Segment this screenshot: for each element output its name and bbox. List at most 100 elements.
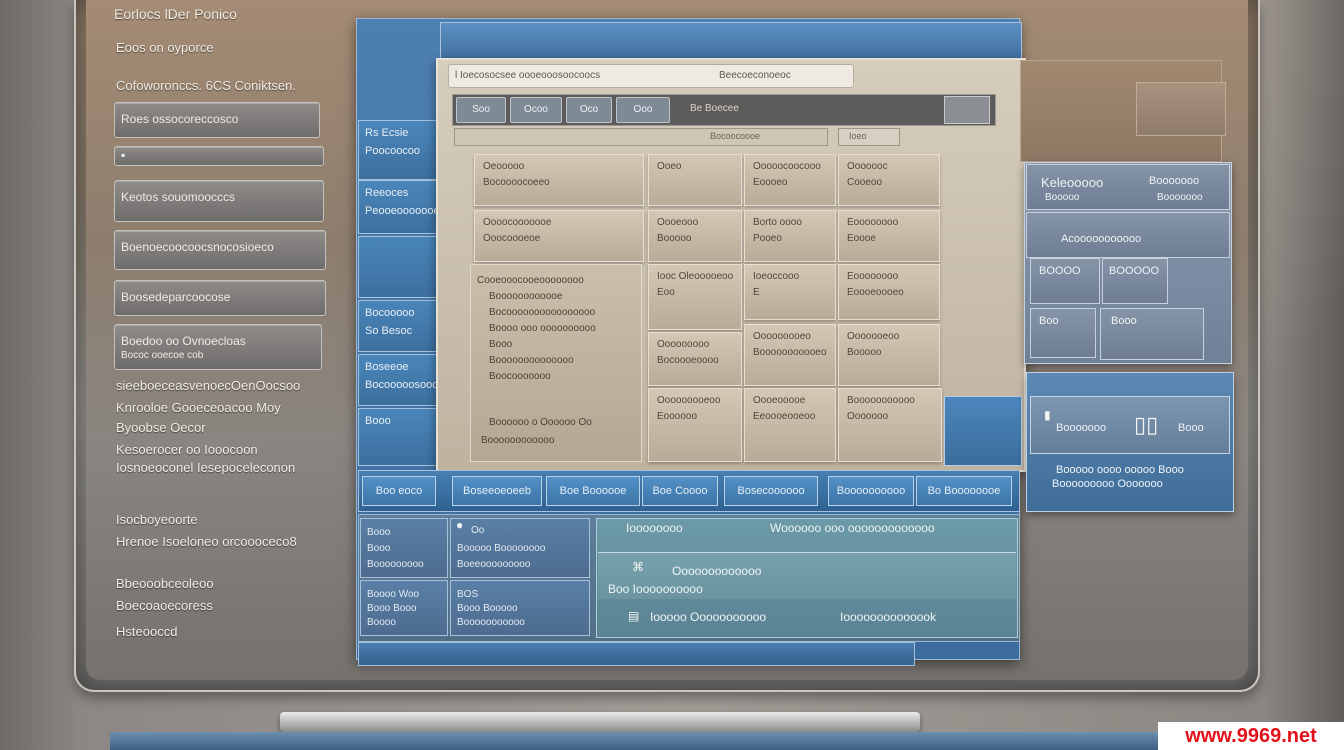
sidebar-box-4[interactable]: Boenoecoocoocsnocosioeco [114, 230, 326, 270]
grid-cell[interactable]: Eoooooooo Eoooe [838, 210, 940, 262]
sidebar-heading-1: Eorlocs lDer Ponico [114, 6, 237, 22]
side-tab-3[interactable] [358, 236, 440, 298]
grid-cell-title: Oooeooo [657, 217, 699, 228]
search-input[interactable]: Bocoocoooe [454, 128, 828, 146]
right-panel-title: Keleooooo [1041, 175, 1104, 190]
side-tab-label: Bocooooo [365, 307, 415, 319]
bottom-cell-line: Booo [367, 543, 391, 554]
bottom-cell-line: Booo Booo [367, 603, 417, 614]
tab-6[interactable]: Boooooooooo [828, 476, 914, 506]
bottom-row-3-right[interactable]: Ioooooooooooook [840, 610, 936, 624]
tab-5[interactable]: Bosecoooooo [724, 476, 818, 506]
bottom-cell[interactable]: Boooo Woo Booo Booo Boooo [360, 580, 448, 636]
bottom-cell-line: Oo [471, 525, 485, 536]
tab-7[interactable]: Bo Boooooooe [916, 476, 1012, 506]
sidebar-box-1[interactable]: Roes ossocoreccosco [114, 102, 320, 138]
grid-cell-subtitle: Booooo [657, 233, 692, 244]
grid-big-line: Boooo ooo oooooooooo [489, 323, 596, 334]
grid-big-line: Booo [489, 339, 513, 350]
grid-cell[interactable]: Borto oooo Pooeo [744, 210, 836, 262]
side-tab-label: Rs Ecsie [365, 127, 409, 139]
bottom-cell-line: Booooooooooo [457, 617, 525, 628]
grid-cell[interactable]: Ioeoccooo E [744, 264, 836, 320]
sidebar-box-3[interactable]: Keotos souomoocccs [114, 180, 324, 222]
grid-big-line: Boooooooooooooo [489, 355, 574, 366]
side-tab-label: Booo [365, 415, 391, 427]
bottom-cell[interactable]: BOS Booo Booooo Booooooooooo [450, 580, 590, 636]
grid-cell-title: Borto oooo [753, 217, 802, 228]
bottom-cell[interactable]: Booo Booo Booooooooo [360, 518, 448, 578]
bottom-right-head-2: Woooooo ooo ooooooooooooo [770, 521, 935, 535]
bottom-cell-line: Boeeooooooooo [457, 559, 531, 570]
blue-panel-right: Booo [1178, 422, 1204, 434]
grid-big-line: Boooooooooooo [481, 435, 555, 446]
bottom-cell[interactable]: Oo Booooo Boooooooo Boeeooooooooo [450, 518, 590, 578]
grid-cell-title: Ooooooc [847, 161, 888, 172]
right-panel-button-3[interactable]: Boo [1030, 308, 1096, 358]
grid-cell[interactable]: Oooocooooooe Ooocoooeoe [474, 210, 644, 262]
grid-cell[interactable]: Oooeooooe Eeoooeooeoo [744, 388, 836, 462]
grid-cell[interactable]: Ooooooeoo Booooo [838, 324, 940, 386]
grid-cell-subtitle: Eoo [657, 287, 675, 298]
grid-cell[interactable]: Iooc Oleooooeoo Eoo [648, 264, 742, 330]
grid-cell[interactable]: Ooeo [648, 154, 742, 206]
tab-1[interactable]: Boo eoco [362, 476, 436, 506]
bottom-cell-line: BOS [457, 589, 479, 600]
bottom-row-3-left[interactable]: Iooooo Ooooooooooo [650, 610, 766, 624]
right-panel-button-1[interactable]: BOOOO [1030, 258, 1100, 304]
right-panel-button-4[interactable]: Booo [1100, 308, 1204, 360]
side-tab-5[interactable]: Boseeoe Bocooooosooo [358, 354, 440, 406]
sidebar-para-line: sieeboeceasvenoecOenOocsoo [116, 378, 301, 393]
sidebar-box-label: Boedoo oo Ovnoecloas [121, 334, 246, 348]
grid-cell-subtitle: Booooooooooeo [753, 347, 827, 358]
side-tab-sublabel: Peooeooooooe [365, 205, 440, 217]
sidebar-box-sublabel: Bococ ooecoe cob [121, 350, 204, 361]
grid-big-cell[interactable]: Cooeooocooeoooooooo Boooooooooooe Bocooo… [470, 264, 642, 462]
sidebar-box-2[interactable]: ▪ [114, 146, 324, 166]
toolbar-button-4[interactable]: Ooo [616, 97, 670, 123]
address-bar[interactable]: l Ioecosocsee oooeooosoocoocs Beecoecono… [448, 64, 854, 88]
grid-cell-subtitle: Pooeo [753, 233, 782, 244]
grid-cell[interactable]: Ooooooc Cooeoo [838, 154, 940, 206]
grid-cell-title: Ioeoccooo [753, 271, 800, 282]
grid-cell-subtitle: E [753, 287, 760, 298]
toolbar-button-3[interactable]: Oco [566, 97, 612, 123]
bottom-cell-line: Boooo Woo [367, 589, 420, 600]
grid-cell[interactable]: Ooooooooeoo Eoooooo [648, 388, 742, 462]
toolbar-button-2[interactable]: Ocoo [510, 97, 562, 123]
grid-cell[interactable]: Oeooooo Bocoooocoeeo [474, 154, 644, 206]
grid-cell[interactable]: Eoooooooo Eoooeoooeo [838, 264, 940, 320]
grid-cell[interactable]: Oooeooo Booooo [648, 210, 742, 262]
sidebar-box-6[interactable]: Boedoo oo Ovnoecloas Bococ ooecoe cob [114, 324, 322, 370]
monitor-stand [280, 712, 920, 732]
grid-cell-subtitle: Eoooe [847, 233, 876, 244]
grid-big-line: Boooooooooooe [489, 291, 563, 302]
address-text: l Ioecosocsee oooeooosoocoocs [455, 70, 601, 81]
side-tab-sublabel: So Besoc [365, 325, 413, 337]
side-tab-2[interactable]: Reeoces Peooeooooooe [358, 180, 440, 234]
tab-4[interactable]: Boe Coooo [642, 476, 718, 506]
tab-3[interactable]: Boe Boooooe [546, 476, 640, 506]
blue-panel-line-1: Booooo oooo ooooo Booo [1056, 464, 1184, 476]
grid-cell-subtitle: Eeoooeooeoo [753, 411, 816, 422]
grid-cell[interactable]: Ooooooooo Bocoooeoooo [648, 332, 742, 386]
sidebar-box-5[interactable]: Boosedeparcoocose [114, 280, 326, 316]
bottom-strip [358, 642, 915, 666]
grid-big-line: Bocoooooooooooooooo [489, 307, 596, 318]
grid-cell-title: Oooeooooe [753, 395, 806, 406]
side-tab-4[interactable]: Bocooooo So Besoc [358, 300, 440, 352]
search-go-button[interactable]: Ioeo [838, 128, 900, 146]
side-tab-6[interactable]: Booo [358, 408, 440, 466]
paperclip-icon: ⌘ [632, 560, 644, 574]
toolbar-square-button[interactable] [944, 96, 990, 124]
tab-2[interactable]: Boseeoeoeeb [452, 476, 542, 506]
grid-cell[interactable]: Booooooooooo Ooooooo [838, 388, 942, 462]
grid-cell[interactable]: Ooooooooeo Booooooooooeo [744, 324, 836, 386]
grid-cell[interactable]: Ooooocoocooo Eoooeo [744, 154, 836, 206]
toolbar-button-1[interactable]: Soo [456, 97, 506, 123]
right-panel-button-2[interactable]: BOOOOO [1102, 258, 1168, 304]
sidebar-box-label: Roes ossocoreccosco [121, 112, 239, 126]
right-panel-mid-label: Acooooooooooo [1061, 233, 1142, 245]
right-button-label: BOOOO [1039, 265, 1081, 277]
side-tab-1[interactable]: Rs Ecsie Poocoocoo [358, 120, 440, 180]
